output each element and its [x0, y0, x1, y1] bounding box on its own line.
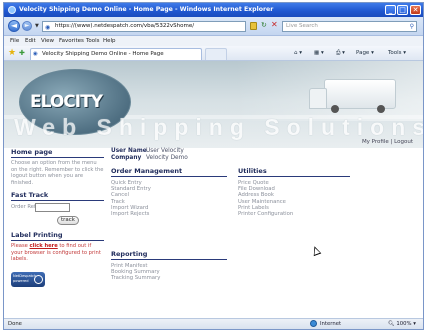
menu-link-printer-configuration[interactable]: Printer Configuration: [238, 211, 350, 217]
tab-favicon-icon: ◉: [33, 51, 38, 57]
page-menu-button[interactable]: Page ▾: [356, 50, 374, 56]
internet-zone-icon: [310, 320, 317, 327]
netdespatch-logo-icon: [34, 275, 43, 284]
fast-track-heading: Fast Track: [11, 191, 104, 201]
search-icon[interactable]: ⚲: [410, 22, 414, 31]
tab-title: Velocity Shipping Demo Online - Home Pag…: [42, 51, 164, 57]
favorites-star-icon[interactable]: ★: [8, 48, 16, 58]
favorites-bar: ★ ✚ ◉ Velocity Shipping Demo Online - Ho…: [4, 46, 423, 61]
maximize-button[interactable]: □: [397, 5, 408, 15]
menu-bar: File Edit View Favorites Tools Help: [4, 36, 423, 46]
back-icon[interactable]: ◄: [8, 20, 20, 32]
logo-text: ELOCITY: [30, 92, 103, 112]
site-banner: ELOCITY Web Shipping Solutions: [4, 61, 423, 148]
order-ref-input[interactable]: [35, 203, 70, 212]
page-content: ELOCITY Web Shipping Solutions My Profil…: [4, 61, 423, 318]
user-name-value: User Velocity: [146, 148, 184, 154]
history-dropdown-icon[interactable]: ▼: [35, 23, 39, 29]
profile-links: My Profile | Logout: [362, 139, 413, 145]
feeds-icon[interactable]: ▦ ▾: [314, 50, 324, 56]
main-panel: User Name User Velocity Company Velocity…: [111, 148, 411, 318]
security-zone[interactable]: Internet: [320, 319, 341, 329]
track-button[interactable]: track: [57, 216, 79, 225]
browser-window: Velocity Shipping Demo Online - Home Pag…: [3, 2, 424, 330]
label-printing-text: Please click here to find out if your br…: [11, 243, 101, 262]
navigation-bar: ◄ ► ▼ ◉ https://(www).netdespatch.com/vb…: [4, 17, 423, 36]
click-here-link[interactable]: click here: [29, 243, 57, 249]
lock-icon[interactable]: [250, 22, 257, 30]
utilities-section: Utilities Price Quote File Download Addr…: [238, 167, 350, 217]
close-button[interactable]: ✕: [410, 5, 421, 15]
menu-help[interactable]: Help: [103, 36, 116, 46]
banner-tagline: Web Shipping Solutions: [14, 114, 423, 140]
forward-icon[interactable]: ►: [22, 21, 32, 31]
netdespatch-badge[interactable]: NetDespatch powered: [11, 272, 45, 287]
title-bar: Velocity Shipping Demo Online - Home Pag…: [4, 3, 423, 17]
menu-tools[interactable]: Tools: [86, 36, 100, 46]
add-favorite-icon[interactable]: ✚: [19, 49, 25, 57]
menu-link-import-rejects[interactable]: Import Rejects: [111, 211, 227, 217]
address-url: https://(www).netdespatch.com/vba/5322vS…: [55, 23, 195, 29]
tools-menu-button[interactable]: Tools ▾: [388, 50, 406, 56]
order-management-section: Order Management Quick Entry Standard En…: [111, 167, 227, 217]
tab-home-page[interactable]: ◉ Velocity Shipping Demo Online - Home P…: [30, 48, 202, 60]
home-page-text: Choose an option from the menu on the ri…: [11, 160, 104, 186]
menu-link-tracking-summary[interactable]: Tracking Summary: [111, 275, 227, 281]
user-name-label: User Name: [111, 148, 147, 154]
logout-link[interactable]: Logout: [394, 139, 413, 145]
menu-view[interactable]: View: [41, 36, 54, 46]
window-title: Velocity Shipping Demo Online - Home Pag…: [19, 6, 274, 13]
stop-icon[interactable]: ✕: [271, 20, 278, 29]
fast-track-form: Order Ref. track: [11, 203, 104, 227]
company-value: Velocity Demo: [146, 155, 188, 161]
menu-edit[interactable]: Edit: [25, 36, 36, 46]
search-input[interactable]: Live Search ⚲: [282, 21, 417, 32]
minimize-button[interactable]: _: [385, 5, 396, 15]
address-bar[interactable]: ◉ https://(www).netdespatch.com/vba/5322…: [42, 21, 246, 32]
order-ref-label: Order Ref.: [11, 204, 38, 210]
refresh-icon[interactable]: ↻: [261, 21, 267, 29]
reporting-section: Reporting Print Manifest Booking Summary…: [111, 250, 227, 282]
ie-logo-icon: [8, 6, 16, 14]
truck-image: [309, 79, 396, 113]
print-icon[interactable]: ⎙ ▾: [336, 50, 345, 57]
sidebar: Home page Choose an option from the menu…: [11, 148, 104, 318]
order-management-heading: Order Management: [111, 167, 227, 177]
menu-favorites[interactable]: Favorites: [59, 36, 84, 46]
my-profile-link[interactable]: My Profile: [362, 139, 389, 145]
company-label: Company: [111, 155, 142, 161]
new-tab-button[interactable]: [205, 48, 227, 60]
reporting-heading: Reporting: [111, 250, 227, 260]
badge-text: NetDespatch powered: [13, 274, 37, 283]
zoom-level[interactable]: 🔍︎ 100% ▾: [388, 319, 416, 329]
label-printing-heading: Label Printing: [11, 231, 104, 241]
status-bar: Done Internet 🔍︎ 100% ▾: [4, 318, 423, 329]
status-text: Done: [8, 321, 22, 327]
page-favicon-icon: ◉: [45, 24, 51, 31]
home-page-heading: Home page: [11, 148, 104, 158]
user-info: User Name User Velocity Company Velocity…: [111, 148, 411, 163]
search-placeholder: Live Search: [286, 23, 318, 29]
menu-file[interactable]: File: [10, 36, 19, 46]
utilities-heading: Utilities: [238, 167, 350, 177]
home-icon[interactable]: ⌂ ▾: [294, 50, 302, 56]
